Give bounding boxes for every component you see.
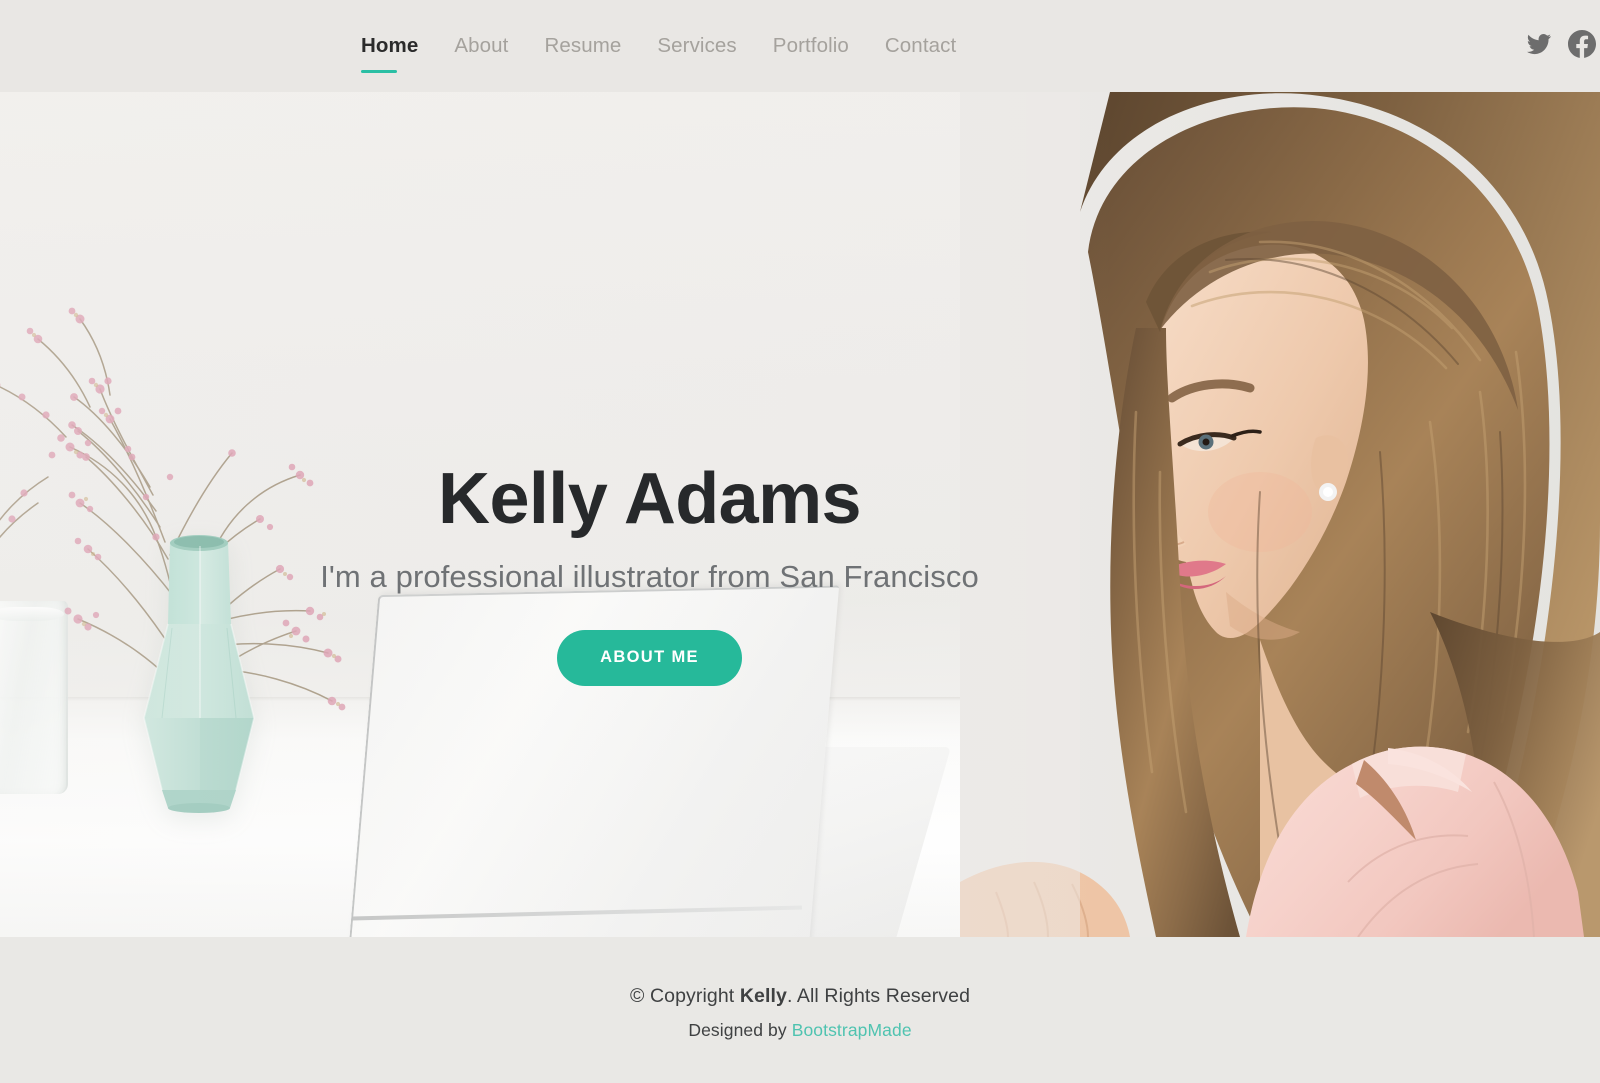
copyright-prefix: © Copyright [629,985,740,1007]
copyright-text: © Copyright Kelly. All Rights Reserved [0,985,1600,1008]
nav-item-home[interactable]: Home [361,33,454,74]
hero-subtitle: I'm a professional illustrator from San … [320,558,979,594]
site-header: Home About Resume Services Portfolio Con… [0,0,1600,92]
nav-label-services: Services [657,33,737,57]
nav-label-about: About [454,33,509,57]
hero-title: Kelly Adams [438,459,862,539]
main-navigation: Home About Resume Services Portfolio Con… [361,33,957,74]
social-links [1526,30,1596,58]
twitter-icon[interactable] [1526,31,1552,57]
copyright-owner: Kelly [739,985,787,1007]
nav-item-services[interactable]: Services [657,33,772,57]
nav-label-home: Home [361,33,419,57]
nav-item-contact[interactable]: Contact [884,33,957,57]
hero-content: Kelly Adams I'm a professional illustrat… [0,459,1600,686]
copyright-suffix: . All Rights Reserved [786,985,971,1007]
nav-item-resume[interactable]: Resume [544,33,657,57]
credits-prefix: Designed by [688,1020,792,1040]
nav-item-about[interactable]: About [454,33,544,57]
active-nav-underline [361,70,397,74]
about-me-button[interactable]: ABOUT ME [557,629,742,686]
nav-label-resume: Resume [544,33,622,57]
hero-section: Kelly Adams I'm a professional illustrat… [0,92,1600,937]
nav-item-portfolio[interactable]: Portfolio [772,33,885,57]
credits-text: Designed by BootstrapMade [0,1020,1600,1041]
nav-label-portfolio: Portfolio [772,33,849,57]
site-footer: © Copyright Kelly. All Rights Reserved D… [0,937,1600,1083]
facebook-icon[interactable] [1568,30,1596,58]
nav-label-contact: Contact [884,33,957,57]
bootstrapmade-link[interactable]: BootstrapMade [792,1020,912,1040]
